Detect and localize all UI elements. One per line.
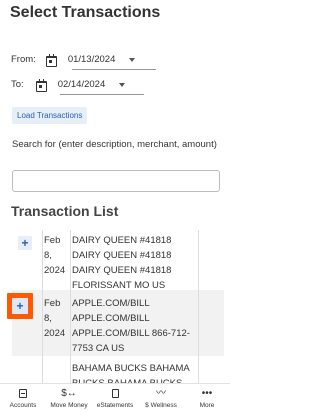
to-date-underline: [60, 94, 144, 95]
transaction-description: DAIRY QUEEN #41818 DAIRY QUEEN #41818 DA…: [72, 235, 172, 291]
from-date-field[interactable]: 01/13/2024: [68, 54, 116, 65]
table-row: + Feb 8, 2024 APPLE.COM/BILL APPLE.COM/B…: [7, 290, 224, 356]
plus-icon: +: [12, 298, 28, 314]
from-row: From: 01/13/2024: [11, 54, 136, 67]
from-label: From:: [11, 54, 36, 65]
to-row: To: 02/14/2024: [11, 79, 126, 92]
chevron-down-icon[interactable]: [119, 82, 126, 87]
select-transactions-screen: Select Transactions From: 01/13/2024 To:…: [0, 0, 230, 416]
transaction-date: Feb 8, 2024: [44, 298, 66, 339]
to-date-field[interactable]: 02/14/2024: [58, 79, 106, 90]
search-input[interactable]: [12, 170, 220, 192]
chevron-down-icon[interactable]: [129, 57, 136, 62]
document-icon: [111, 388, 119, 399]
tab-move-money[interactable]: $↔ Move Money: [46, 384, 92, 416]
page-title: Select Transactions: [10, 4, 161, 21]
calendar-icon[interactable]: [45, 54, 57, 67]
tab-wellness[interactable]: 〰 $ Wellness: [138, 384, 184, 416]
search-label: Search for (enter description, merchant,…: [12, 139, 217, 150]
tab-more[interactable]: ••• More: [184, 384, 230, 416]
load-transactions-button[interactable]: Load Transactions: [12, 107, 88, 124]
to-label: To:: [11, 79, 24, 90]
table-row: BAHAMA BUCKS BAHAMA BUCKS BAHAMA BUCKS: [12, 356, 224, 389]
move-money-icon: $↔: [61, 388, 77, 399]
trend-icon: 〰: [156, 388, 166, 399]
transaction-date: Feb 8, 2024: [44, 235, 66, 276]
accounts-icon: [19, 388, 27, 399]
transaction-description: APPLE.COM/BILL APPLE.COM/BILL APPLE.COM/…: [72, 298, 190, 354]
add-transaction-button[interactable]: +: [18, 236, 32, 250]
add-transaction-button[interactable]: +: [7, 293, 33, 319]
calendar-icon[interactable]: [35, 79, 47, 92]
bottom-tab-bar: Accounts $↔ Move Money eStatements 〰 $ W…: [0, 383, 230, 416]
transaction-list-title: Transaction List: [11, 203, 119, 219]
more-icon: •••: [201, 388, 213, 399]
tab-estatements[interactable]: eStatements: [92, 384, 138, 416]
from-date-underline: [72, 69, 156, 70]
table-row: + Feb 8, 2024 DAIRY QUEEN #41818 DAIRY Q…: [12, 230, 224, 291]
tab-accounts[interactable]: Accounts: [0, 384, 46, 416]
